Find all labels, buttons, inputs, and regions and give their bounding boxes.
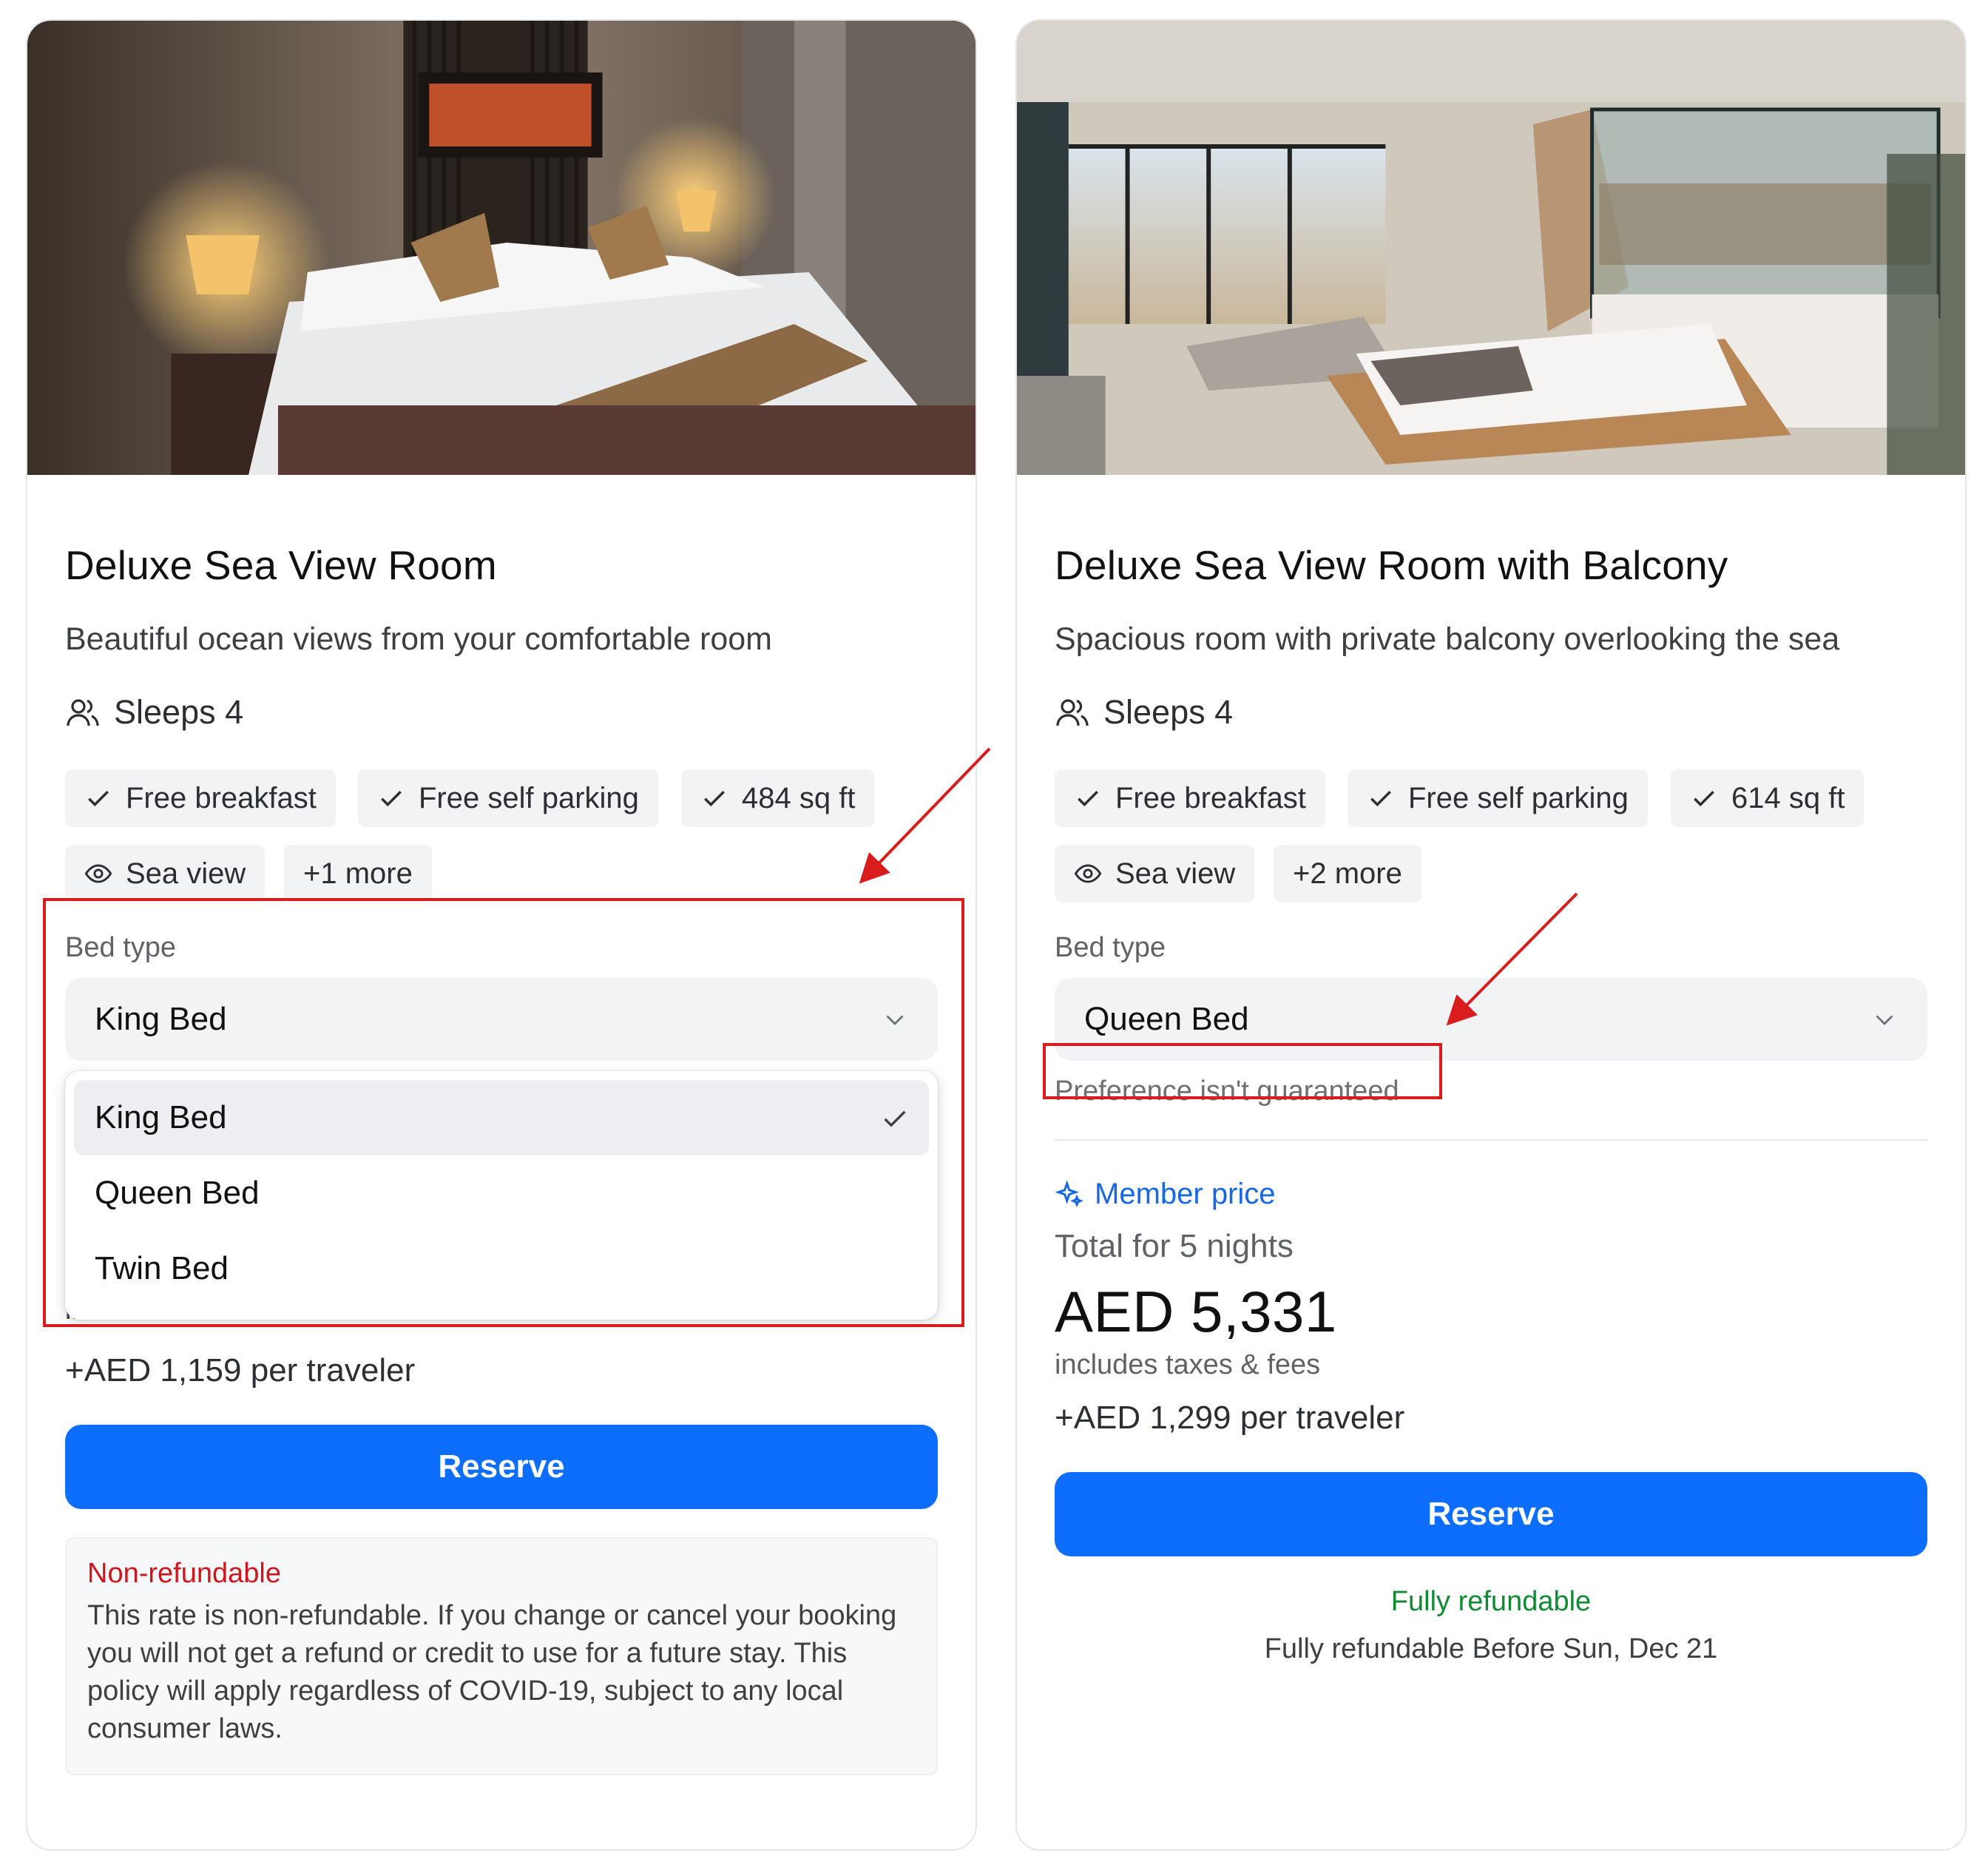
annotation-arrow-1: [859, 747, 1578, 1026]
